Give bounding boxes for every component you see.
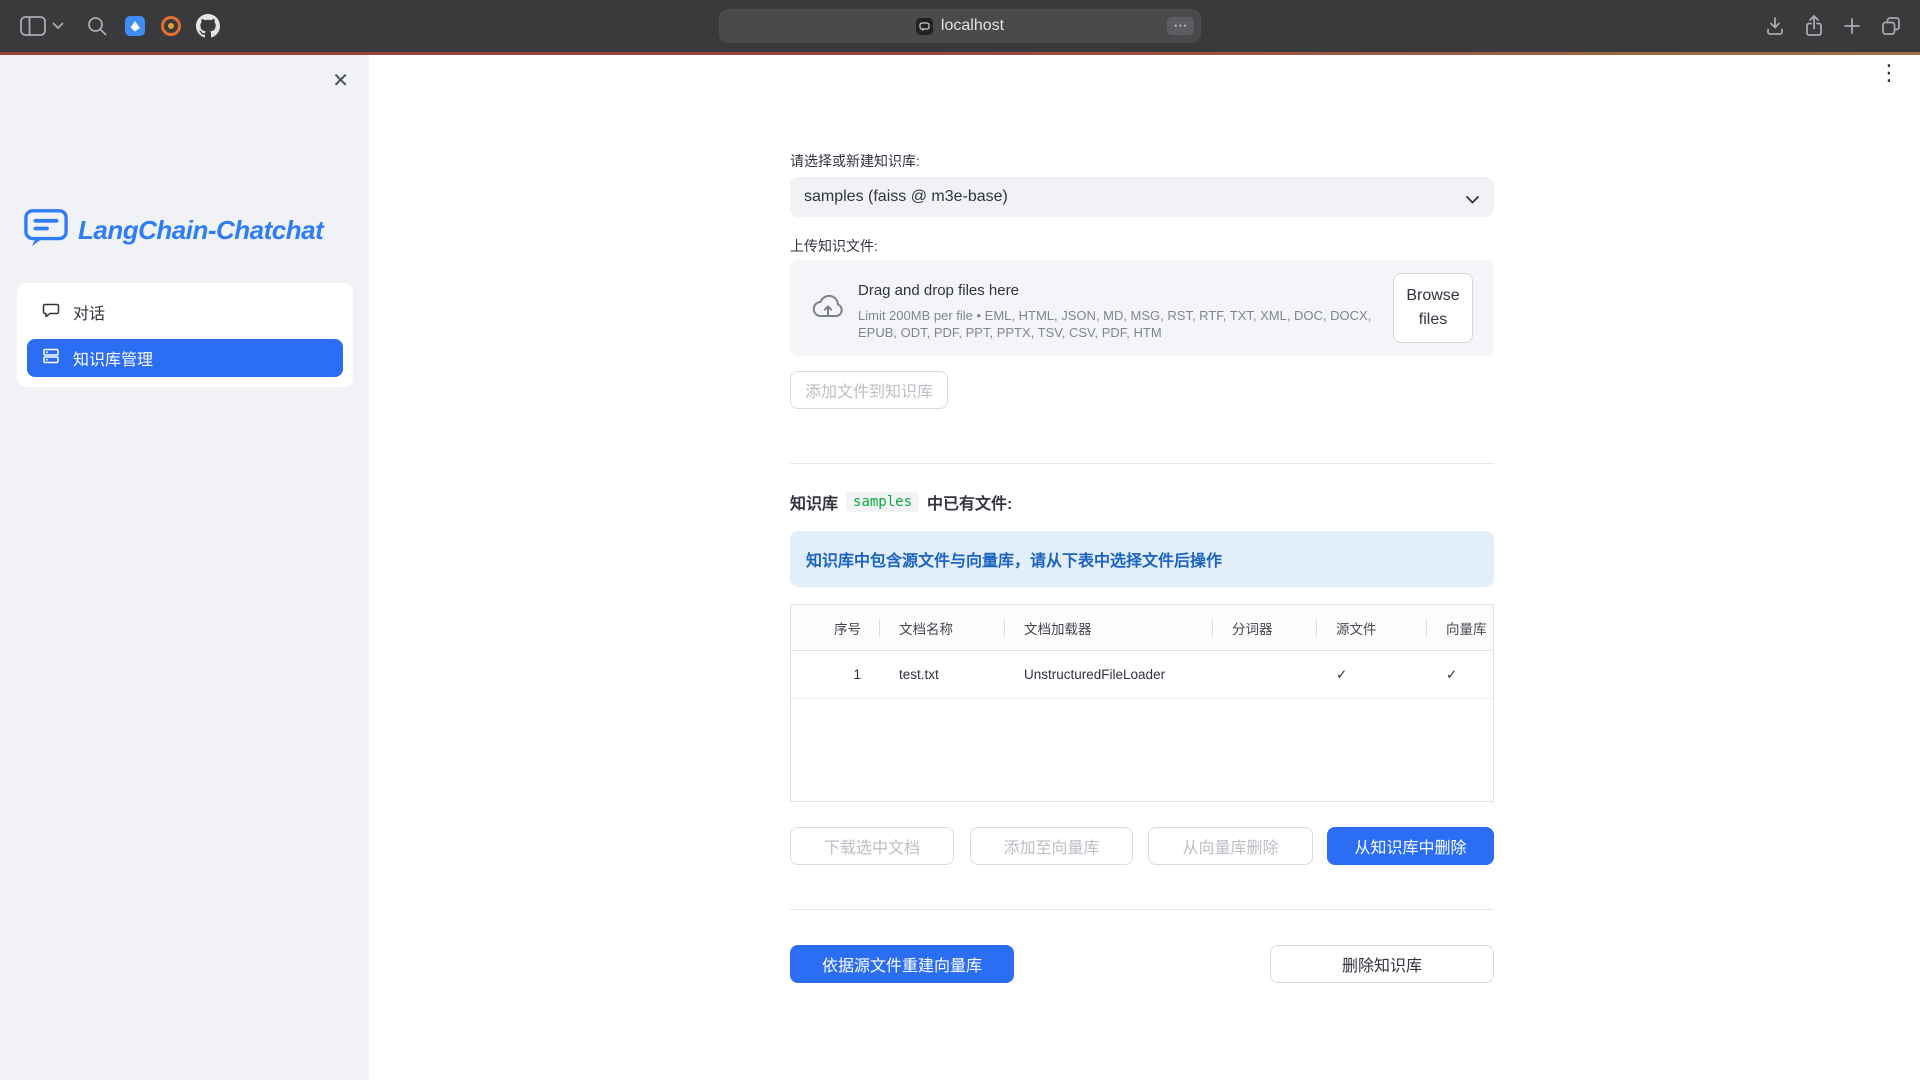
chevron-down-icon <box>1465 192 1480 210</box>
table-header: 序号 <box>791 605 879 650</box>
delete-kb-button[interactable]: 删除知识库 <box>1270 945 1494 983</box>
browser-window: localhost ⋯ ✕ LangChain-Chatchat <box>0 0 1920 1080</box>
table-header-row: 序号 文档名称 文档加载器 分词器 源文件 向量库 <box>791 605 1493 651</box>
delete-from-kb-button[interactable]: 从知识库中删除 <box>1327 827 1494 865</box>
divider <box>790 909 1494 910</box>
search-icon[interactable] <box>86 15 108 37</box>
add-to-vectorstore-button[interactable]: 添加至向量库 <box>970 827 1133 865</box>
kb-files-heading: 知识库 samples 中已有文件: <box>790 490 1012 514</box>
cell-doc-name: test.txt <box>879 651 1004 698</box>
table-row[interactable]: 1 test.txt UnstructuredFileLoader ✓ ✓ <box>791 651 1493 699</box>
table-header: 向量库 <box>1426 605 1493 650</box>
divider <box>790 463 1494 464</box>
cloud-upload-icon <box>810 293 846 326</box>
download-selected-button[interactable]: 下载选中文档 <box>790 827 954 865</box>
sidebar-nav: 对话 知识库管理 <box>17 283 353 387</box>
toolbar-left-group <box>20 0 220 52</box>
sidebar-item-dialogue[interactable]: 对话 <box>27 293 343 331</box>
delete-from-vectorstore-button[interactable]: 从向量库删除 <box>1148 827 1313 865</box>
cell-splitter <box>1212 651 1316 698</box>
tab-overview-icon[interactable] <box>1880 15 1902 37</box>
cell-index: 1 <box>791 651 879 698</box>
sidebar-close-button[interactable]: ✕ <box>332 71 349 91</box>
extension-orange-icon[interactable] <box>160 15 182 37</box>
new-tab-icon[interactable] <box>1842 16 1862 36</box>
browse-files-button[interactable]: Browse files <box>1393 273 1473 343</box>
table-header: 源文件 <box>1316 605 1426 650</box>
cell-loader: UnstructuredFileLoader <box>1004 651 1212 698</box>
sidebar-toggle-icon[interactable] <box>20 16 46 36</box>
share-icon[interactable] <box>1804 14 1824 38</box>
dropzone-title: Drag and drop files here <box>858 282 1019 299</box>
site-favicon <box>916 18 933 35</box>
kb-select-value: samples (faiss @ m3e-base) <box>804 188 1008 206</box>
rebuild-vectorstore-button[interactable]: 依据源文件重建向量库 <box>790 945 1014 983</box>
table-header: 文档加载器 <box>1004 605 1212 650</box>
kb-files-heading-suffix: 中已有文件: <box>927 490 1012 514</box>
app-logo: LangChain-Chatchat <box>24 207 323 254</box>
chat-bubble-icon <box>41 300 61 325</box>
cell-source-check: ✓ <box>1316 651 1426 698</box>
sidebar-chevron-icon[interactable] <box>52 22 64 30</box>
sidebar-item-label: 对话 <box>73 300 105 324</box>
url-text: localhost <box>941 17 1004 35</box>
sidebar-item-label: 知识库管理 <box>73 346 153 370</box>
url-bar[interactable]: localhost ⋯ <box>719 9 1201 43</box>
github-extension-icon[interactable] <box>196 14 220 38</box>
cell-vector-check: ✓ <box>1426 651 1493 698</box>
extension-blue-icon[interactable] <box>124 15 146 37</box>
dropzone-limit-text: Limit 200MB per file • EML, HTML, JSON, … <box>858 307 1386 341</box>
kb-files-table: 序号 文档名称 文档加载器 分词器 源文件 向量库 1 test.txt Uns… <box>790 604 1494 802</box>
add-files-to-kb-button[interactable]: 添加文件到知识库 <box>790 371 948 409</box>
app-menu-button[interactable]: ⋮ <box>1878 62 1900 84</box>
table-header: 文档名称 <box>879 605 1004 650</box>
logo-text: LangChain-Chatchat <box>78 215 323 246</box>
kb-stack-icon <box>41 346 61 371</box>
file-dropzone[interactable]: Drag and drop files here Limit 200MB per… <box>790 260 1494 356</box>
sidebar: ✕ LangChain-Chatchat 对话 知识库管理 <box>0 55 369 1080</box>
info-banner: 知识库中包含源文件与向量库，请从下表中选择文件后操作 <box>790 531 1494 587</box>
kb-files-heading-prefix: 知识库 <box>790 490 838 514</box>
kb-select-label: 请选择或新建知识库: <box>790 151 920 171</box>
upload-label: 上传知识文件: <box>790 236 878 256</box>
table-header: 分词器 <box>1212 605 1316 650</box>
kb-select[interactable]: samples (faiss @ m3e-base) <box>790 177 1494 217</box>
logo-chat-icon <box>24 207 68 254</box>
kb-name-code: samples <box>846 492 919 512</box>
url-more-icon[interactable]: ⋯ <box>1167 17 1194 35</box>
downloads-icon[interactable] <box>1764 15 1786 37</box>
browser-toolbar: localhost ⋯ <box>0 0 1920 52</box>
toolbar-right-group <box>1764 0 1902 52</box>
sidebar-item-kb-management[interactable]: 知识库管理 <box>27 339 343 377</box>
